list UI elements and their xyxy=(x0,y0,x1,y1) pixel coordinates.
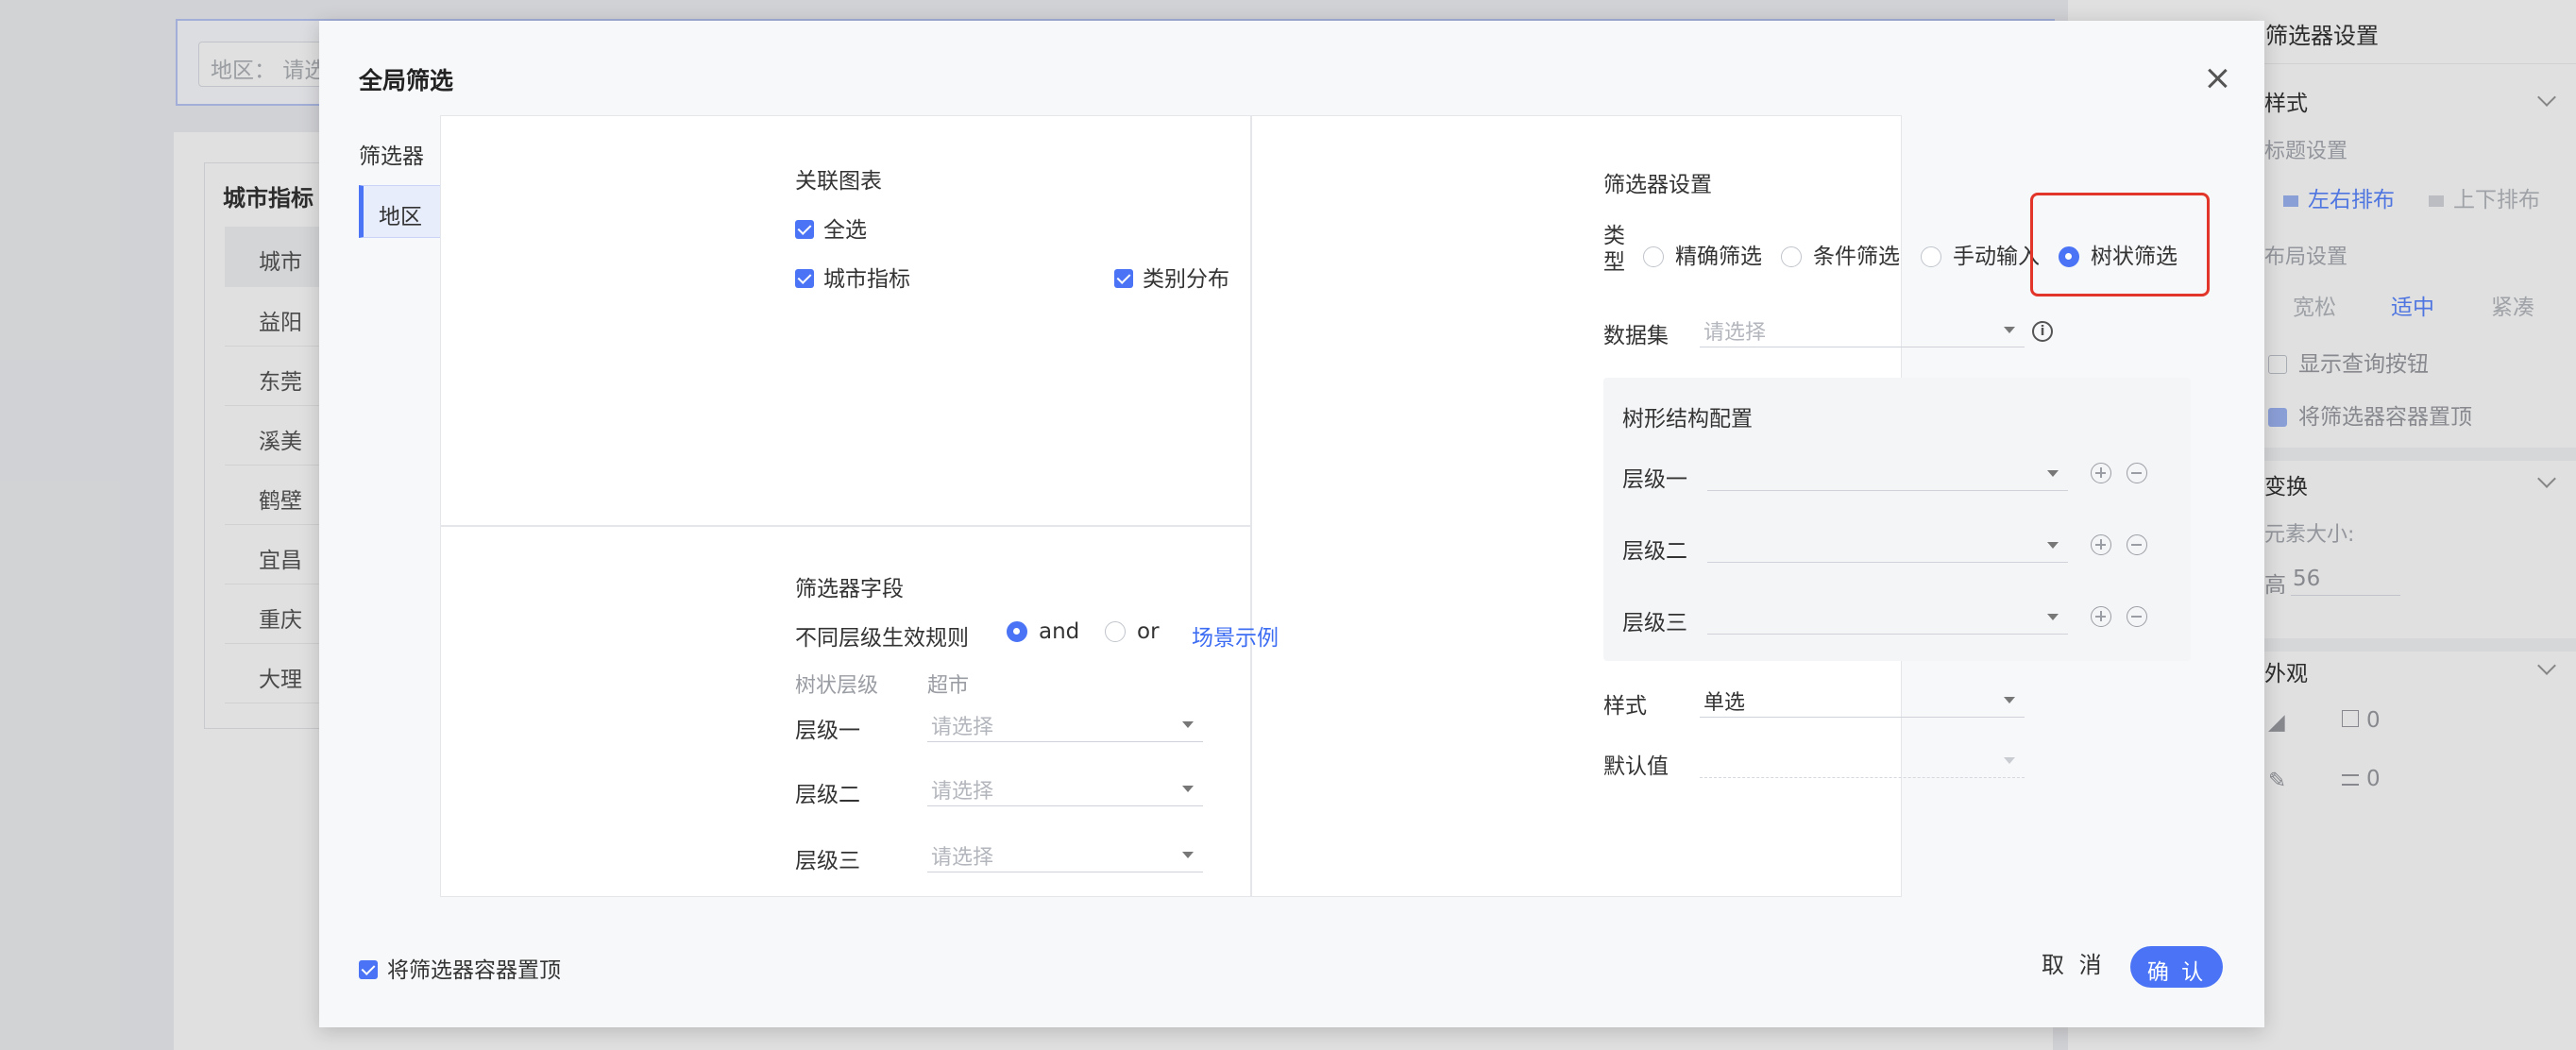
caret-down-icon xyxy=(2004,697,2015,703)
field-level-label: 层级一 xyxy=(795,719,860,743)
radio-icon xyxy=(1781,246,1802,267)
type-label: 类型 xyxy=(1603,224,1625,275)
type-radio-manual[interactable]: 手动输入 xyxy=(1921,238,2040,270)
tree-level-1-select[interactable] xyxy=(1707,453,2068,491)
tree-config-title: 树形结构配置 xyxy=(1622,407,1753,432)
pin-filter-top-checkbox[interactable]: 将筛选器容器置顶 xyxy=(359,952,561,984)
modal-title: 全局筛选 xyxy=(359,67,454,94)
caret-down-icon xyxy=(2047,614,2059,620)
add-level-icon[interactable] xyxy=(2091,534,2111,555)
style-select[interactable]: 单选 xyxy=(1700,680,2025,718)
caret-down-icon xyxy=(2004,757,2015,764)
type-radio-condition[interactable]: 条件筛选 xyxy=(1781,238,1900,270)
caret-down-icon xyxy=(2004,327,2015,333)
scenario-example-link[interactable]: 场景示例 xyxy=(1192,619,1279,652)
radio-icon xyxy=(1643,246,1664,267)
rule-or-radio[interactable]: or xyxy=(1105,619,1160,644)
tree-level-2-select[interactable] xyxy=(1707,525,2068,563)
style-label: 样式 xyxy=(1603,694,1647,719)
field-level-1-select[interactable]: 请选择 xyxy=(927,704,1203,742)
remove-level-icon[interactable] xyxy=(2127,463,2147,483)
tree-level-label: 层级二 xyxy=(1622,539,1687,564)
radio-icon xyxy=(1921,246,1941,267)
field-level-label: 层级三 xyxy=(795,849,860,873)
close-icon[interactable] xyxy=(2200,62,2234,96)
add-level-icon[interactable] xyxy=(2091,463,2111,483)
tree-level-label: 层级一 xyxy=(1622,467,1687,492)
info-icon[interactable]: i xyxy=(2032,321,2053,342)
radio-selected-icon xyxy=(1007,621,1027,642)
select-all-checkbox[interactable]: 全选 xyxy=(795,212,867,244)
chart-checkbox-city-metrics[interactable]: 城市指标 xyxy=(795,261,910,293)
field-level-3-select[interactable]: 请选择 xyxy=(927,835,1203,872)
caret-down-icon xyxy=(2047,542,2059,549)
dataset-label: 数据集 xyxy=(1603,324,1669,348)
remove-level-icon[interactable] xyxy=(2127,534,2147,555)
vertical-divider xyxy=(1250,115,1252,897)
field-level-label: 层级二 xyxy=(795,783,860,807)
checkbox-checked-icon xyxy=(359,960,378,979)
caret-down-icon xyxy=(1182,721,1194,728)
checkbox-checked-icon xyxy=(1114,269,1133,288)
checkbox-checked-icon xyxy=(795,220,814,239)
checkbox-checked-icon xyxy=(795,269,814,288)
filter-settings-title: 筛选器设置 xyxy=(1603,173,1712,197)
default-value-label: 默认值 xyxy=(1603,754,1669,779)
tree-level-label: 层级三 xyxy=(1622,611,1687,635)
remove-level-icon[interactable] xyxy=(2127,606,2147,627)
tree-level-column-header: 树状层级 xyxy=(795,674,879,698)
caret-down-icon xyxy=(1182,786,1194,792)
caret-down-icon xyxy=(2047,470,2059,477)
highlight-box xyxy=(2030,193,2210,296)
linked-charts-title: 关联图表 xyxy=(795,169,882,194)
tree-level-3-select[interactable] xyxy=(1707,597,2068,635)
filter-fields-title: 筛选器字段 xyxy=(795,577,904,601)
default-value-select[interactable] xyxy=(1700,740,2025,778)
radio-icon xyxy=(1105,621,1126,642)
filter-list-title: 筛选器 xyxy=(359,144,424,169)
rule-and-radio[interactable]: and xyxy=(1007,619,1079,644)
chart-checkbox-category-distribution[interactable]: 类别分布 xyxy=(1114,261,1229,293)
dataset-select[interactable]: 请选择 xyxy=(1700,310,2025,347)
confirm-button[interactable]: 确 认 xyxy=(2130,946,2223,988)
cancel-button[interactable]: 取 消 xyxy=(2042,946,2106,979)
field-level-2-select[interactable]: 请选择 xyxy=(927,769,1203,806)
dataset-column-header: 超市 xyxy=(927,674,970,698)
horizontal-divider xyxy=(440,525,1250,527)
level-rule-label: 不同层级生效规则 xyxy=(795,626,969,651)
caret-down-icon xyxy=(1182,852,1194,858)
type-radio-exact[interactable]: 精确筛选 xyxy=(1643,238,1762,270)
add-level-icon[interactable] xyxy=(2091,606,2111,627)
